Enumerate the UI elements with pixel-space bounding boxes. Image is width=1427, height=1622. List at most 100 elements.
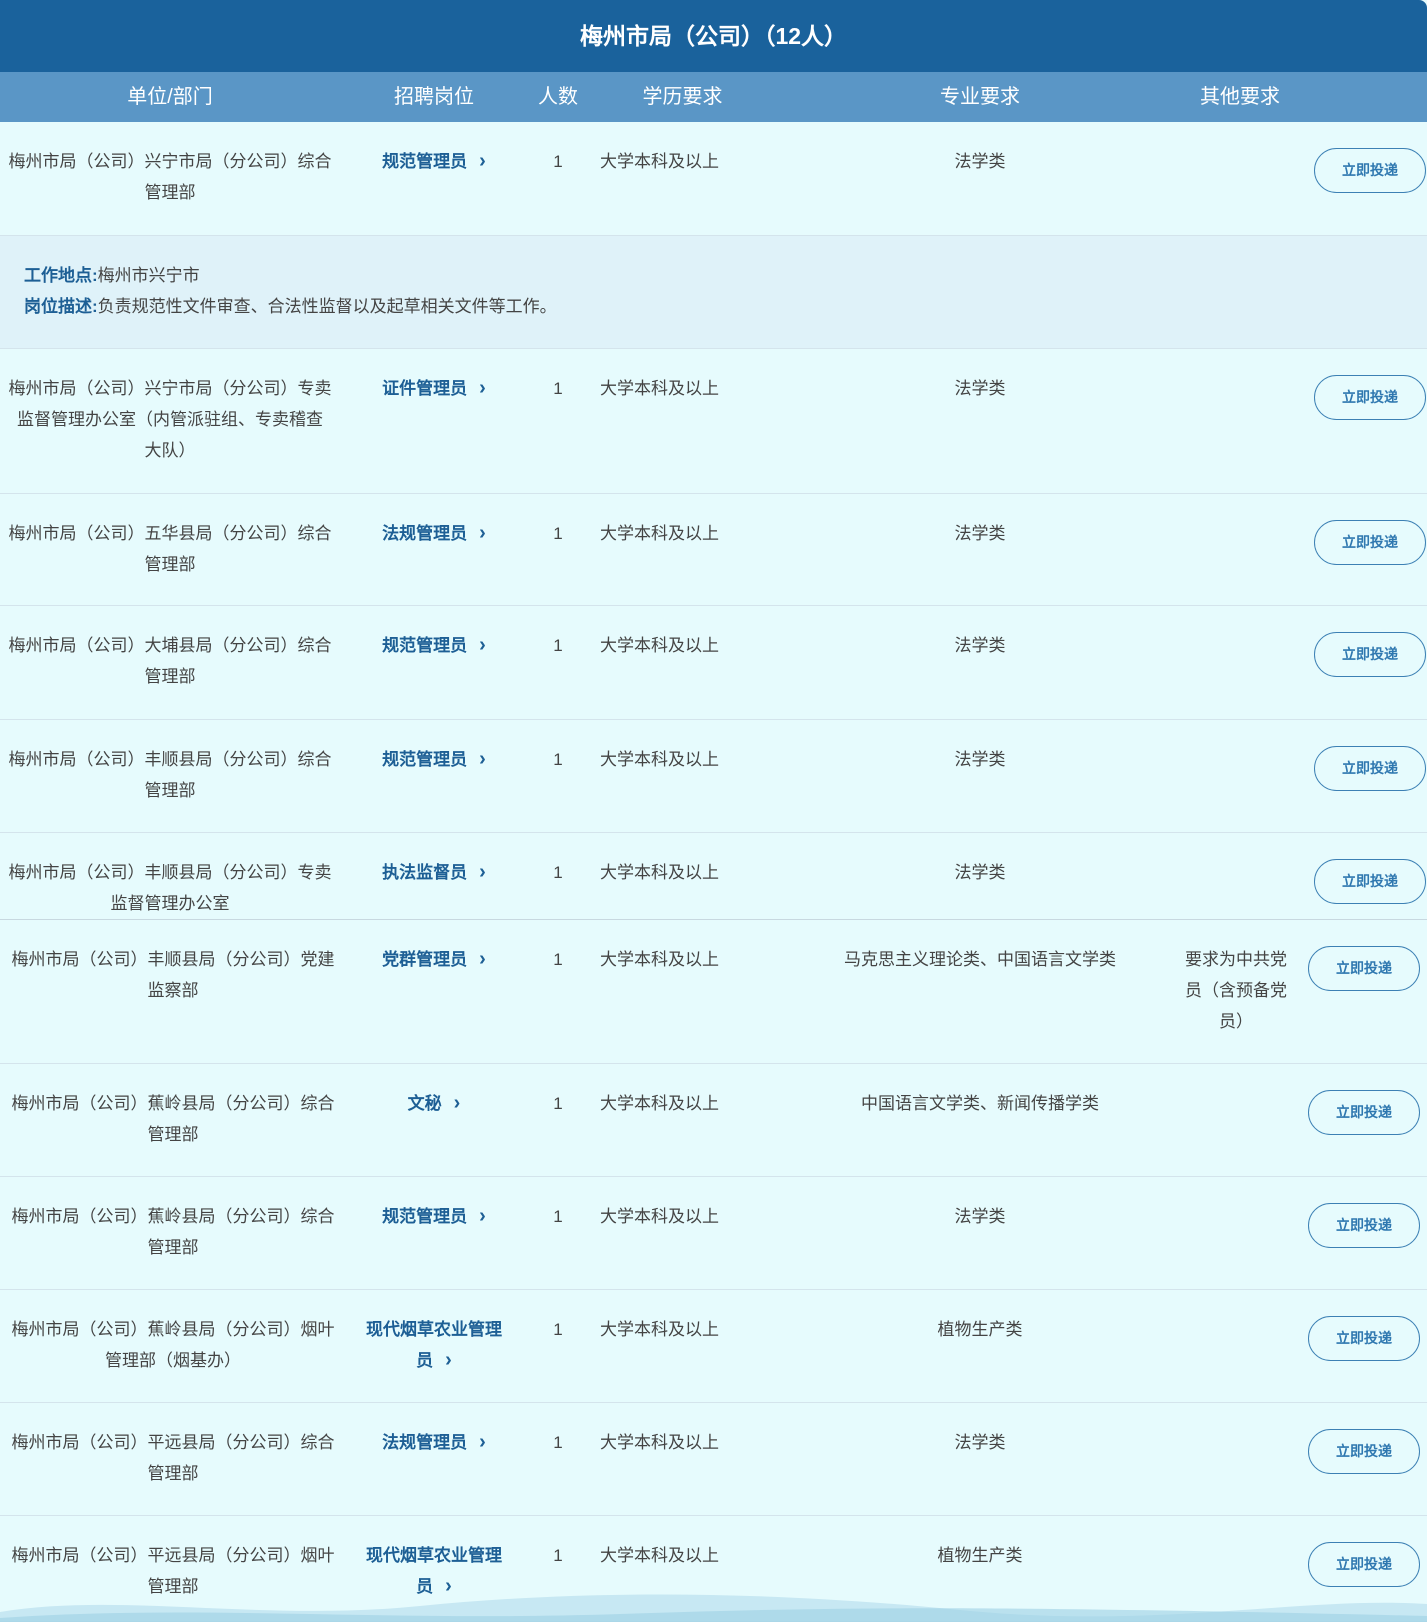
- table-row: 梅州市局（公司）兴宁市局（分公司）综合 管理部 规范管理员 › 1 大学本科及以上 法学类立…: [0, 122, 1427, 236]
- job-post-title: 法规管理员 ›: [354, 518, 514, 549]
- unit-name: 梅州市局（公司）平远县局（分公司）烟叶 管理部: [3, 1540, 343, 1602]
- apply-button[interactable]: 立即投递: [1314, 632, 1426, 677]
- apply-button[interactable]: 立即投递: [1308, 946, 1420, 991]
- job-detail-panel: 工作地点:梅州市兴宁市 岗位描述:负责规范性文件审查、合法性监督以及起草相关文件…: [0, 236, 1427, 349]
- headcount: 1: [553, 152, 563, 171]
- table-row: 梅州市局（公司）丰顺县局（分公司）党建 监察部 党群管理员 › 1 大学本科及以上 马克思主…: [0, 920, 1427, 1064]
- job-post-title: 规范管理员 ›: [354, 146, 514, 177]
- chevron-right-icon: ›: [479, 948, 486, 970]
- apply-button[interactable]: 立即投递: [1314, 859, 1426, 904]
- table-row: 梅州市局（公司）五华县局（分公司）综合 管理部 法规管理员 › 1 大学本科及以上 法学类立…: [0, 494, 1427, 606]
- job-description-label: 岗位描述:: [24, 297, 98, 316]
- table-row: 梅州市局（公司）丰顺县局（分公司）综合 管理部 规范管理员 › 1 大学本科及以上 法学类立…: [0, 720, 1427, 833]
- col-edu-header: 学历要求: [642, 86, 723, 108]
- headcount: 1: [553, 1546, 563, 1565]
- unit-name-line: 梅州市局（公司）五华县局（分公司）综合: [8, 524, 332, 543]
- major-requirement: 法学类: [954, 524, 1006, 543]
- major-requirement: 法学类: [954, 152, 1006, 171]
- headcount: 1: [553, 1094, 563, 1113]
- unit-name-line: 管理部（烟基办）: [105, 1351, 241, 1370]
- job-post-title: 执法监督员 ›: [354, 857, 514, 888]
- unit-name-line: 梅州市局（公司）平远县局（分公司）烟叶: [11, 1546, 335, 1565]
- col-other-header: 其他要求: [1200, 86, 1280, 108]
- chevron-right-icon: ›: [445, 1575, 452, 1597]
- headcount: 1: [553, 1207, 563, 1226]
- apply-button[interactable]: 立即投递: [1314, 520, 1426, 565]
- education-requirement: 大学本科及以上: [600, 1094, 719, 1113]
- education-requirement: 大学本科及以上: [600, 1546, 719, 1565]
- unit-name: 梅州市局（公司）丰顺县局（分公司）专卖 监督管理办公室: [0, 857, 340, 919]
- major-requirement: 法学类: [954, 1433, 1006, 1452]
- other-requirement-line: 员（含预备党: [1185, 981, 1287, 1000]
- table-row: 梅州市局（公司）蕉岭县局（分公司）综合 管理部 规范管理员 › 1 大学本科及以上 法学类立…: [0, 1177, 1427, 1290]
- education-requirement: 大学本科及以上: [600, 863, 719, 882]
- unit-name: 梅州市局（公司）兴宁市局（分公司）专卖 监督管理办公室（内管派驻组、专卖稽查 大队）: [0, 373, 340, 466]
- education-requirement: 大学本科及以上: [600, 950, 719, 969]
- chevron-right-icon: ›: [479, 748, 486, 770]
- job-description: 岗位描述:负责规范性文件审查、合法性监督以及起草相关文件等工作。: [24, 291, 557, 322]
- job-post-link[interactable]: 规范管理员 ›: [354, 630, 514, 661]
- headcount: 1: [553, 1320, 563, 1339]
- unit-name: 梅州市局（公司）蕉岭县局（分公司）综合 管理部: [3, 1088, 343, 1150]
- col-unit-header: 单位/部门: [127, 86, 213, 108]
- headcount: 1: [553, 863, 563, 882]
- unit-name-line: 管理部: [144, 183, 196, 202]
- job-post-link[interactable]: 规范管理员 ›: [354, 146, 514, 177]
- unit-name-line: 梅州市局（公司）丰顺县局（分公司）党建: [11, 950, 335, 969]
- job-post-link[interactable]: 现代烟草农业管理员 ›: [354, 1314, 514, 1376]
- job-post-title: 证件管理员 ›: [354, 373, 514, 404]
- job-post-title: 现代烟草农业管理: [366, 1320, 502, 1339]
- apply-button[interactable]: 立即投递: [1314, 375, 1426, 420]
- job-post-link[interactable]: 法规管理员 ›: [354, 518, 514, 549]
- headcount: 1: [553, 524, 563, 543]
- job-post-link[interactable]: 现代烟草农业管理员 ›: [354, 1540, 514, 1602]
- job-post-link[interactable]: 证件管理员 ›: [354, 373, 514, 404]
- col-post-header: 招聘岗位: [394, 86, 474, 108]
- unit-name-line: 大队）: [144, 441, 196, 460]
- education-requirement: 大学本科及以上: [600, 524, 719, 543]
- unit-name: 梅州市局（公司）蕉岭县局（分公司）烟叶 管理部（烟基办）: [3, 1314, 343, 1376]
- education-requirement: 大学本科及以上: [600, 636, 719, 655]
- job-post-link[interactable]: 执法监督员 ›: [354, 857, 514, 888]
- apply-button[interactable]: 立即投递: [1308, 1542, 1420, 1587]
- job-post-title: 员 ›: [354, 1571, 514, 1602]
- job-description-value: 负责规范性文件审查、合法性监督以及起草相关文件等工作。: [97, 297, 557, 316]
- apply-button[interactable]: 立即投递: [1308, 1316, 1420, 1361]
- chevron-right-icon: ›: [453, 1092, 461, 1114]
- job-post-link[interactable]: 文秘 ›: [354, 1088, 514, 1119]
- unit-name-line: 管理部: [144, 667, 196, 686]
- other-requirement-line: 员）: [1219, 1012, 1253, 1031]
- unit-name: 梅州市局（公司）丰顺县局（分公司）党建 监察部: [3, 944, 343, 1006]
- major-requirement: 法学类: [954, 379, 1006, 398]
- table-row: 梅州市局（公司）大埔县局（分公司）综合 管理部 规范管理员 › 1 大学本科及以上 法学类立…: [0, 606, 1427, 720]
- apply-button[interactable]: 立即投递: [1308, 1429, 1420, 1474]
- chevron-right-icon: ›: [479, 377, 486, 399]
- job-post-link[interactable]: 党群管理员 ›: [354, 944, 514, 975]
- chevron-right-icon: ›: [479, 150, 486, 172]
- unit-name-line: 梅州市局（公司）兴宁市局（分公司）专卖: [8, 379, 332, 398]
- job-post-link[interactable]: 法规管理员 ›: [354, 1427, 514, 1458]
- col-count-header: 人数: [538, 86, 578, 108]
- major-requirement: 法学类: [954, 636, 1006, 655]
- headcount: 1: [553, 1433, 563, 1452]
- unit-name-line: 监督管理办公室（内管派驻组、专卖稽查: [17, 410, 323, 429]
- job-post-title: 现代烟草农业管理: [366, 1546, 502, 1565]
- job-post-link[interactable]: 规范管理员 ›: [354, 744, 514, 775]
- unit-name-line: 管理部: [144, 781, 196, 800]
- unit-name-line: 梅州市局（公司）蕉岭县局（分公司）烟叶: [11, 1320, 335, 1339]
- table-header: 单位/部门 招聘岗位 人数 学历要求 专业要求 其他要求: [0, 72, 1427, 122]
- unit-name-line: 梅州市局（公司）丰顺县局（分公司）综合: [8, 750, 332, 769]
- education-requirement: 大学本科及以上: [600, 1320, 719, 1339]
- education-requirement: 大学本科及以上: [600, 152, 719, 171]
- headcount: 1: [553, 636, 563, 655]
- apply-button[interactable]: 立即投递: [1314, 148, 1426, 193]
- chevron-right-icon: ›: [479, 634, 486, 656]
- job-post-link[interactable]: 规范管理员 ›: [354, 1201, 514, 1232]
- apply-button[interactable]: 立即投递: [1314, 746, 1426, 791]
- unit-name: 梅州市局（公司）蕉岭县局（分公司）综合 管理部: [3, 1201, 343, 1263]
- table-row: 梅州市局（公司）平远县局（分公司）烟叶 管理部 现代烟草农业管理员 › 1 大学本科及以上…: [0, 1516, 1427, 1622]
- unit-name-line: 梅州市局（公司）蕉岭县局（分公司）综合: [11, 1094, 335, 1113]
- major-requirement: 植物生产类: [937, 1320, 1023, 1339]
- apply-button[interactable]: 立即投递: [1308, 1090, 1420, 1135]
- apply-button[interactable]: 立即投递: [1308, 1203, 1420, 1248]
